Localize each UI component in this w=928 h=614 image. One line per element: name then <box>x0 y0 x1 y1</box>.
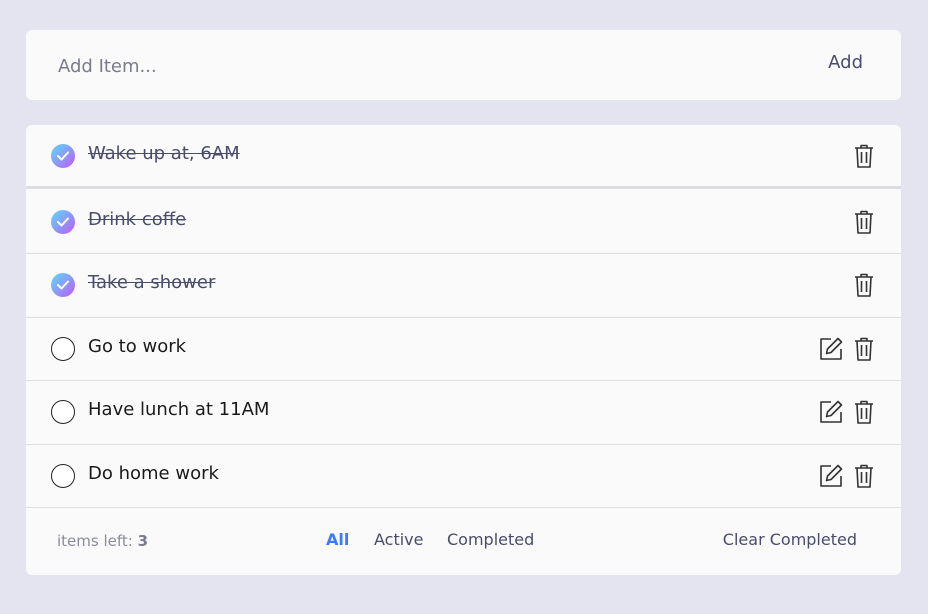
todo-item: Do home work <box>26 445 901 508</box>
delete-button[interactable] <box>851 209 877 235</box>
completed-checkbox[interactable] <box>51 273 75 297</box>
trash-icon <box>855 400 873 424</box>
todo-item: Wake up at, 6AM <box>26 125 901 189</box>
edit-button[interactable] <box>818 399 844 425</box>
todo-label: Have lunch at 11AM <box>88 399 270 420</box>
edit-button[interactable] <box>818 463 844 489</box>
incomplete-checkbox[interactable] <box>51 337 75 361</box>
edit-icon <box>820 464 843 487</box>
trash-icon <box>855 273 873 297</box>
todo-list: Wake up at, 6AM Drink coffe Take a showe… <box>26 125 901 575</box>
todo-item: Go to work <box>26 318 901 381</box>
clear-completed-button[interactable]: Clear Completed <box>723 530 857 549</box>
filter-completed-button[interactable]: Completed <box>447 530 534 549</box>
todo-label: Wake up at, 6AM <box>88 143 240 164</box>
todo-item: Have lunch at 11AM <box>26 381 901 445</box>
delete-button[interactable] <box>851 399 877 425</box>
delete-button[interactable] <box>851 272 877 298</box>
completed-checkbox[interactable] <box>51 210 75 234</box>
trash-icon <box>855 210 873 234</box>
filter-all-button[interactable]: All <box>326 530 349 549</box>
delete-button[interactable] <box>851 143 877 169</box>
edit-icon <box>820 400 843 423</box>
items-left-label: items left: <box>57 532 133 550</box>
trash-icon <box>855 464 873 488</box>
todo-label: Take a shower <box>88 272 216 293</box>
filter-active-button[interactable]: Active <box>374 530 424 549</box>
edit-button[interactable] <box>818 336 844 362</box>
items-left-count: 3 <box>137 532 149 550</box>
delete-button[interactable] <box>851 336 877 362</box>
add-button[interactable]: Add <box>828 52 863 73</box>
edit-icon <box>820 337 843 360</box>
todo-label: Go to work <box>88 336 187 357</box>
completed-checkbox[interactable] <box>51 144 75 168</box>
todo-label: Do home work <box>88 463 219 484</box>
trash-icon <box>855 144 873 168</box>
incomplete-checkbox[interactable] <box>51 400 75 424</box>
trash-icon <box>855 337 873 361</box>
list-footer: items left: 3 All Active Completed Clear… <box>26 508 901 575</box>
items-left-counter: items left: 3 <box>57 532 148 550</box>
add-item-bar: Add <box>26 30 901 100</box>
check-icon <box>57 151 69 161</box>
add-item-input[interactable] <box>56 50 660 82</box>
todo-item: Take a shower <box>26 254 901 318</box>
check-icon <box>57 280 69 290</box>
check-icon <box>57 217 69 227</box>
incomplete-checkbox[interactable] <box>51 464 75 488</box>
todo-item: Drink coffe <box>26 191 901 254</box>
delete-button[interactable] <box>851 463 877 489</box>
todo-label: Drink coffe <box>88 209 187 230</box>
